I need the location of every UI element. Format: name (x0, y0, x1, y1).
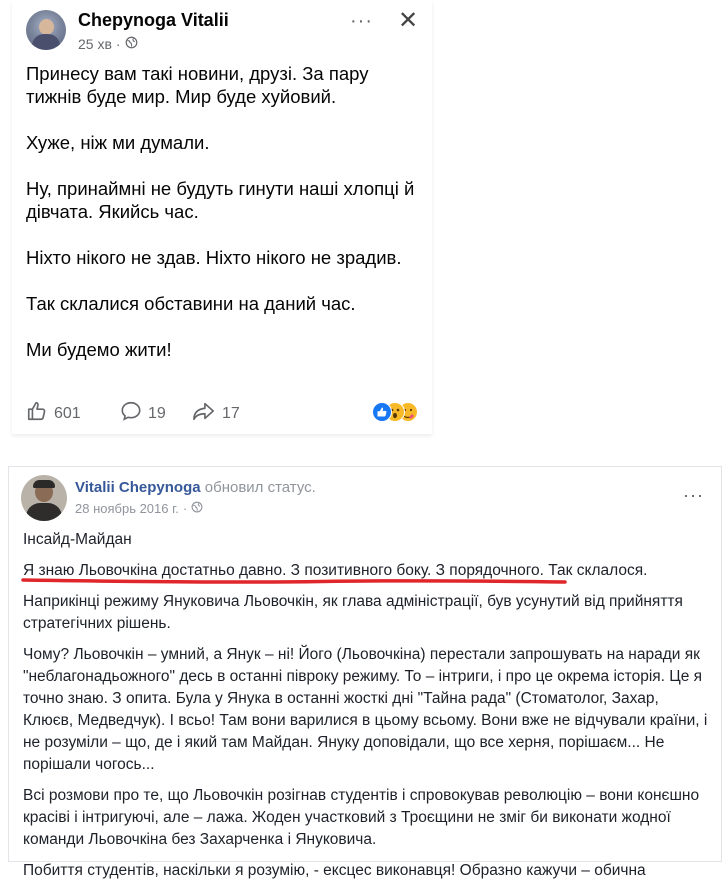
avatar[interactable] (26, 10, 66, 50)
share-count: 17 (222, 404, 240, 422)
avatar[interactable] (21, 475, 67, 521)
like-button[interactable]: 601 (26, 400, 81, 427)
post-title: Інсайд-Майдан (23, 531, 132, 548)
post-header: Vitalii Chepynoga обновил статус. (75, 479, 316, 496)
globe-icon (125, 36, 138, 52)
avatar-body (32, 34, 60, 50)
post-time[interactable]: 25 хв (78, 36, 112, 52)
like-count: 601 (54, 404, 81, 422)
post-meta: 28 ноябрь 2016 г. · (75, 501, 203, 516)
share-icon (192, 400, 216, 427)
post-card-bottom: Vitalii Chepynoga обновил статус. 28 ноя… (8, 466, 722, 879)
post-paragraph: Ніхто нікого не здав. Ніхто нікого не зр… (26, 247, 402, 268)
reactions-summary[interactable] (372, 402, 422, 422)
more-options-icon[interactable]: ··· (350, 10, 373, 33)
post-date[interactable]: 28 ноябрь 2016 г. (75, 501, 179, 516)
author-name[interactable]: Chepynoga Vitalii (78, 10, 229, 31)
comment-icon (120, 400, 142, 427)
meta-separator: · (115, 36, 121, 52)
post-paragraph: Так склалися обставини на даний час. (26, 293, 356, 314)
post-meta: 25 хв · (78, 36, 138, 52)
avatar-hat (33, 480, 55, 488)
post-paragraph: Побиття студентів, наскільки я розумію, … (23, 862, 646, 879)
meta-separator: · (182, 501, 188, 516)
globe-icon (191, 501, 203, 516)
post-paragraph: Наприкінці режиму Януковича Льовочкін, я… (23, 593, 683, 632)
post-paragraph: Принесу вам такі новини, друзі. За пару … (26, 63, 369, 107)
like-icon (372, 402, 392, 422)
author-name[interactable]: Vitalii Chepynoga (75, 479, 201, 496)
post-paragraph: Хуже, ніж ми думали. (26, 132, 210, 153)
post-paragraph: Ми будемо жити! (26, 339, 172, 360)
post-paragraph: Всі розмови про те, що Льовочкін розігна… (23, 787, 700, 848)
share-button[interactable]: 17 (192, 400, 240, 427)
post-paragraph: Чому? Льовочкін – умний, а Янук – ні! Йо… (23, 646, 708, 773)
more-options-icon[interactable]: ··· (683, 485, 704, 506)
close-icon[interactable]: ✕ (398, 6, 418, 35)
thumbs-up-icon (26, 400, 48, 427)
comment-count: 19 (148, 404, 166, 422)
red-underline-annotation (21, 578, 567, 584)
comment-button[interactable]: 19 (120, 400, 166, 427)
post-card-top: Chepynoga Vitalii 25 хв · ··· ✕ Принесу … (12, 0, 432, 434)
status-action-text: обновил статус. (204, 479, 316, 496)
post-paragraph: Ну, принаймні не будуть гинути наші хлоп… (26, 178, 415, 222)
action-bar: 601 19 17 (26, 400, 426, 424)
post-text: Принесу вам такі новини, друзі. За пару … (26, 62, 426, 384)
avatar-head (39, 19, 54, 35)
avatar-body (26, 503, 62, 521)
